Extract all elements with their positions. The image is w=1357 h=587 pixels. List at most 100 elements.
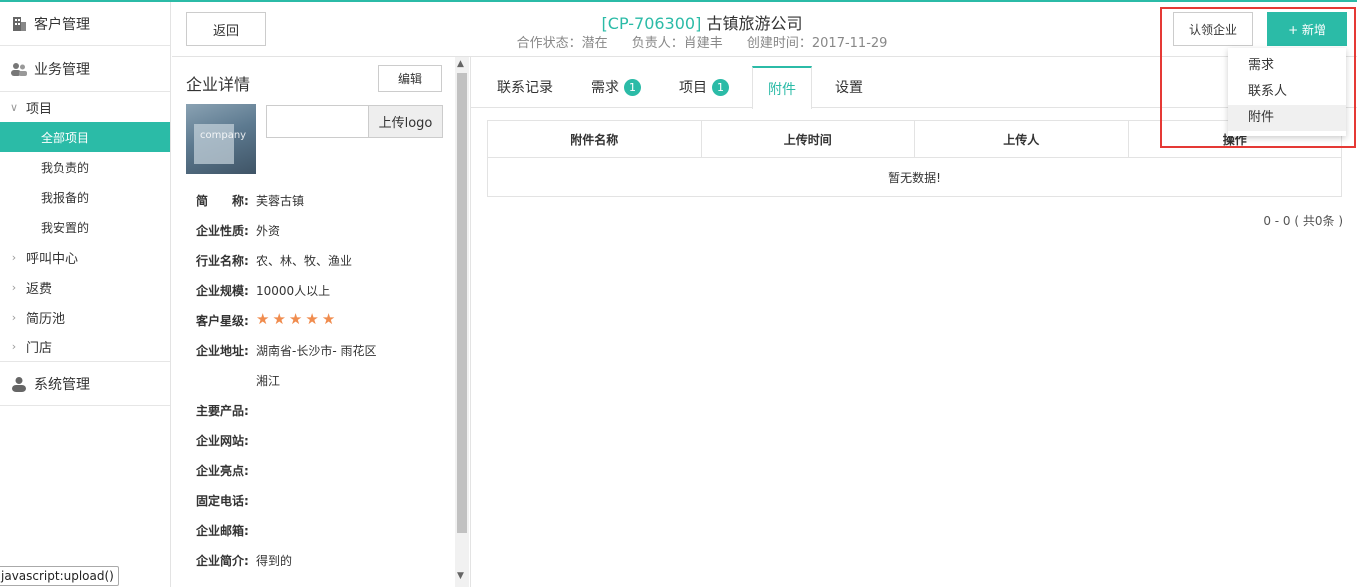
chevron-right-icon: › — [11, 280, 17, 294]
add-menu-item-demand[interactable]: 需求 — [1228, 53, 1346, 79]
sidebar-item-label: 呼叫中心 — [26, 251, 79, 267]
field-label: 企业规模: — [196, 284, 249, 298]
sidebar-item-label: 简历池 — [26, 311, 66, 327]
building-icon — [13, 16, 26, 31]
page-title: [CP-706300] 古镇旅游公司 — [472, 10, 932, 34]
field-star-level: 客户星级: ★ ★ ★ ★ ★ — [196, 312, 335, 329]
tab-settings[interactable]: 设置 — [835, 66, 863, 108]
sidebar: 客户管理 业务管理 ∨ 项目 全部项目 我负责的 我报备的 我安置的 › 呼叫中… — [0, 2, 171, 587]
sidebar-group-system[interactable]: 系统管理 — [0, 362, 170, 406]
star-icon: ★ — [256, 310, 270, 328]
upload-logo-button[interactable]: 上传logo — [368, 105, 443, 138]
add-new-button[interactable]: + 新增 — [1267, 12, 1347, 46]
sidebar-item-label: 项目 — [26, 101, 53, 117]
column-header: 附件名称 — [488, 121, 702, 157]
sidebar-group-label: 业务管理 — [34, 61, 90, 78]
field-label: 企业网站: — [196, 434, 249, 448]
star-icon: ★ — [272, 310, 286, 328]
column-header: 上传时间 — [702, 121, 915, 157]
status-bar-url: javascript:upload() — [0, 566, 119, 586]
field-value: 外资 — [256, 224, 281, 238]
logo-text: company — [200, 130, 247, 141]
field-nature: 企业性质: 外资 — [196, 222, 280, 239]
tab-label: 联系记录 — [497, 80, 553, 96]
claim-company-button[interactable]: 认领企业 — [1173, 12, 1253, 46]
add-menu-item-contact[interactable]: 联系人 — [1228, 79, 1346, 105]
field-short-name: 简 称: 芙蓉古镇 — [196, 192, 304, 209]
field-website: 企业网站: — [196, 432, 256, 449]
scroll-down-icon[interactable]: ▼ — [457, 571, 464, 581]
field-value: 湘江 — [256, 374, 281, 388]
field-industry: 行业名称: 农、林、牧、渔业 — [196, 252, 352, 269]
attachments-table: 附件名称 上传时间 上传人 操作 暂无数据! — [487, 120, 1342, 197]
user-icon — [12, 376, 26, 392]
field-label: 企业邮箱: — [196, 524, 249, 538]
field-label: 客户星级: — [196, 314, 249, 328]
users-icon — [11, 62, 27, 76]
detail-scrollbar[interactable]: ▲ ▼ — [455, 57, 469, 587]
logo-file-input[interactable] — [266, 105, 369, 138]
tab-project[interactable]: 项目 1 — [679, 66, 729, 108]
field-value: 10000人以上 — [256, 284, 331, 298]
sidebar-item-label: 返费 — [26, 281, 53, 297]
tab-label: 附件 — [768, 81, 796, 98]
field-products: 主要产品: — [196, 402, 256, 419]
field-address: 企业地址: 湖南省-长沙市- 雨花区 — [196, 342, 376, 359]
sidebar-item-rebate[interactable]: › 返费 — [0, 272, 170, 302]
star-icon: ★ — [288, 310, 303, 328]
add-menu-item-attachment[interactable]: 附件 — [1228, 105, 1346, 131]
sidebar-item-all-projects[interactable]: 全部项目 — [0, 122, 170, 152]
field-intro: 企业简介: 得到的 — [196, 552, 292, 569]
sidebar-group-label: 客户管理 — [34, 16, 90, 33]
column-header: 上传人 — [915, 121, 1129, 157]
chevron-down-icon: ∨ — [9, 100, 19, 114]
chevron-right-icon: › — [11, 310, 17, 324]
field-value: 农、林、牧、渔业 — [256, 254, 353, 268]
sidebar-item-store[interactable]: › 门店 — [0, 332, 170, 362]
field-label: 主要产品: — [196, 404, 249, 418]
tab-label: 设置 — [835, 80, 863, 96]
sidebar-item-resume-pool[interactable]: › 简历池 — [0, 302, 170, 332]
created-time: 创建时间：2017-11-29 — [746, 36, 888, 51]
tab-count-badge: 1 — [712, 78, 729, 96]
field-label: 固定电话: — [196, 494, 249, 508]
table-header: 附件名称 上传时间 上传人 操作 — [488, 121, 1341, 158]
sidebar-group-customer[interactable]: 客户管理 — [0, 2, 170, 46]
sidebar-item-my-reported[interactable]: 我报备的 — [0, 182, 170, 212]
field-label: 简 称: — [196, 194, 249, 208]
sidebar-group-label: 系统管理 — [34, 376, 90, 393]
owner: 负责人：肖建丰 — [631, 36, 723, 51]
field-label — [196, 372, 256, 389]
tab-demand[interactable]: 需求 1 — [591, 66, 641, 108]
tab-count-badge: 1 — [624, 78, 641, 96]
back-button[interactable]: 返回 — [186, 12, 266, 46]
sidebar-item-my-placed[interactable]: 我安置的 — [0, 212, 170, 242]
tab-bar: 联系记录 需求 1 项目 1 附件 设置 — [471, 66, 1357, 109]
field-label: 企业简介: — [196, 554, 249, 568]
field-label: 企业亮点: — [196, 464, 249, 478]
field-email: 企业邮箱: — [196, 522, 256, 539]
star-icon: ★ — [321, 310, 336, 328]
chevron-right-icon: › — [11, 340, 17, 353]
tab-attachments[interactable]: 附件 — [752, 66, 812, 109]
field-highlights: 企业亮点: — [196, 462, 256, 479]
field-value: 得到的 — [256, 554, 293, 568]
sidebar-item-project[interactable]: ∨ 项目 — [0, 92, 170, 122]
sidebar-item-call-center[interactable]: › 呼叫中心 — [0, 242, 170, 272]
cooperation-status: 合作状态：潜在 — [516, 36, 608, 51]
tab-contact-records[interactable]: 联系记录 — [497, 66, 553, 108]
sidebar-item-my-responsible[interactable]: 我负责的 — [0, 152, 170, 182]
scroll-up-icon[interactable]: ▲ — [457, 59, 464, 69]
field-address-line2: 湘江 — [196, 372, 280, 389]
star-rating: ★ ★ ★ ★ ★ — [256, 312, 335, 329]
scrollbar-thumb[interactable] — [457, 73, 467, 533]
empty-state: 暂无数据! — [888, 170, 941, 185]
sidebar-group-business[interactable]: 业务管理 — [0, 46, 170, 92]
field-value: 湖南省-长沙市- 雨花区 — [256, 344, 377, 358]
field-label: 企业地址: — [196, 344, 249, 358]
edit-button[interactable]: 编辑 — [378, 65, 442, 92]
company-name: 古镇旅游公司 — [706, 14, 803, 33]
page-header: 返回 [CP-706300] 古镇旅游公司 合作状态：潜在 负责人：肖建丰 创建… — [172, 2, 1357, 57]
main-content: 联系记录 需求 1 项目 1 附件 设置 附件名称 上传时间 上传人 操作 暂无… — [470, 57, 1357, 587]
panel-title: 企业详情 — [186, 75, 251, 94]
